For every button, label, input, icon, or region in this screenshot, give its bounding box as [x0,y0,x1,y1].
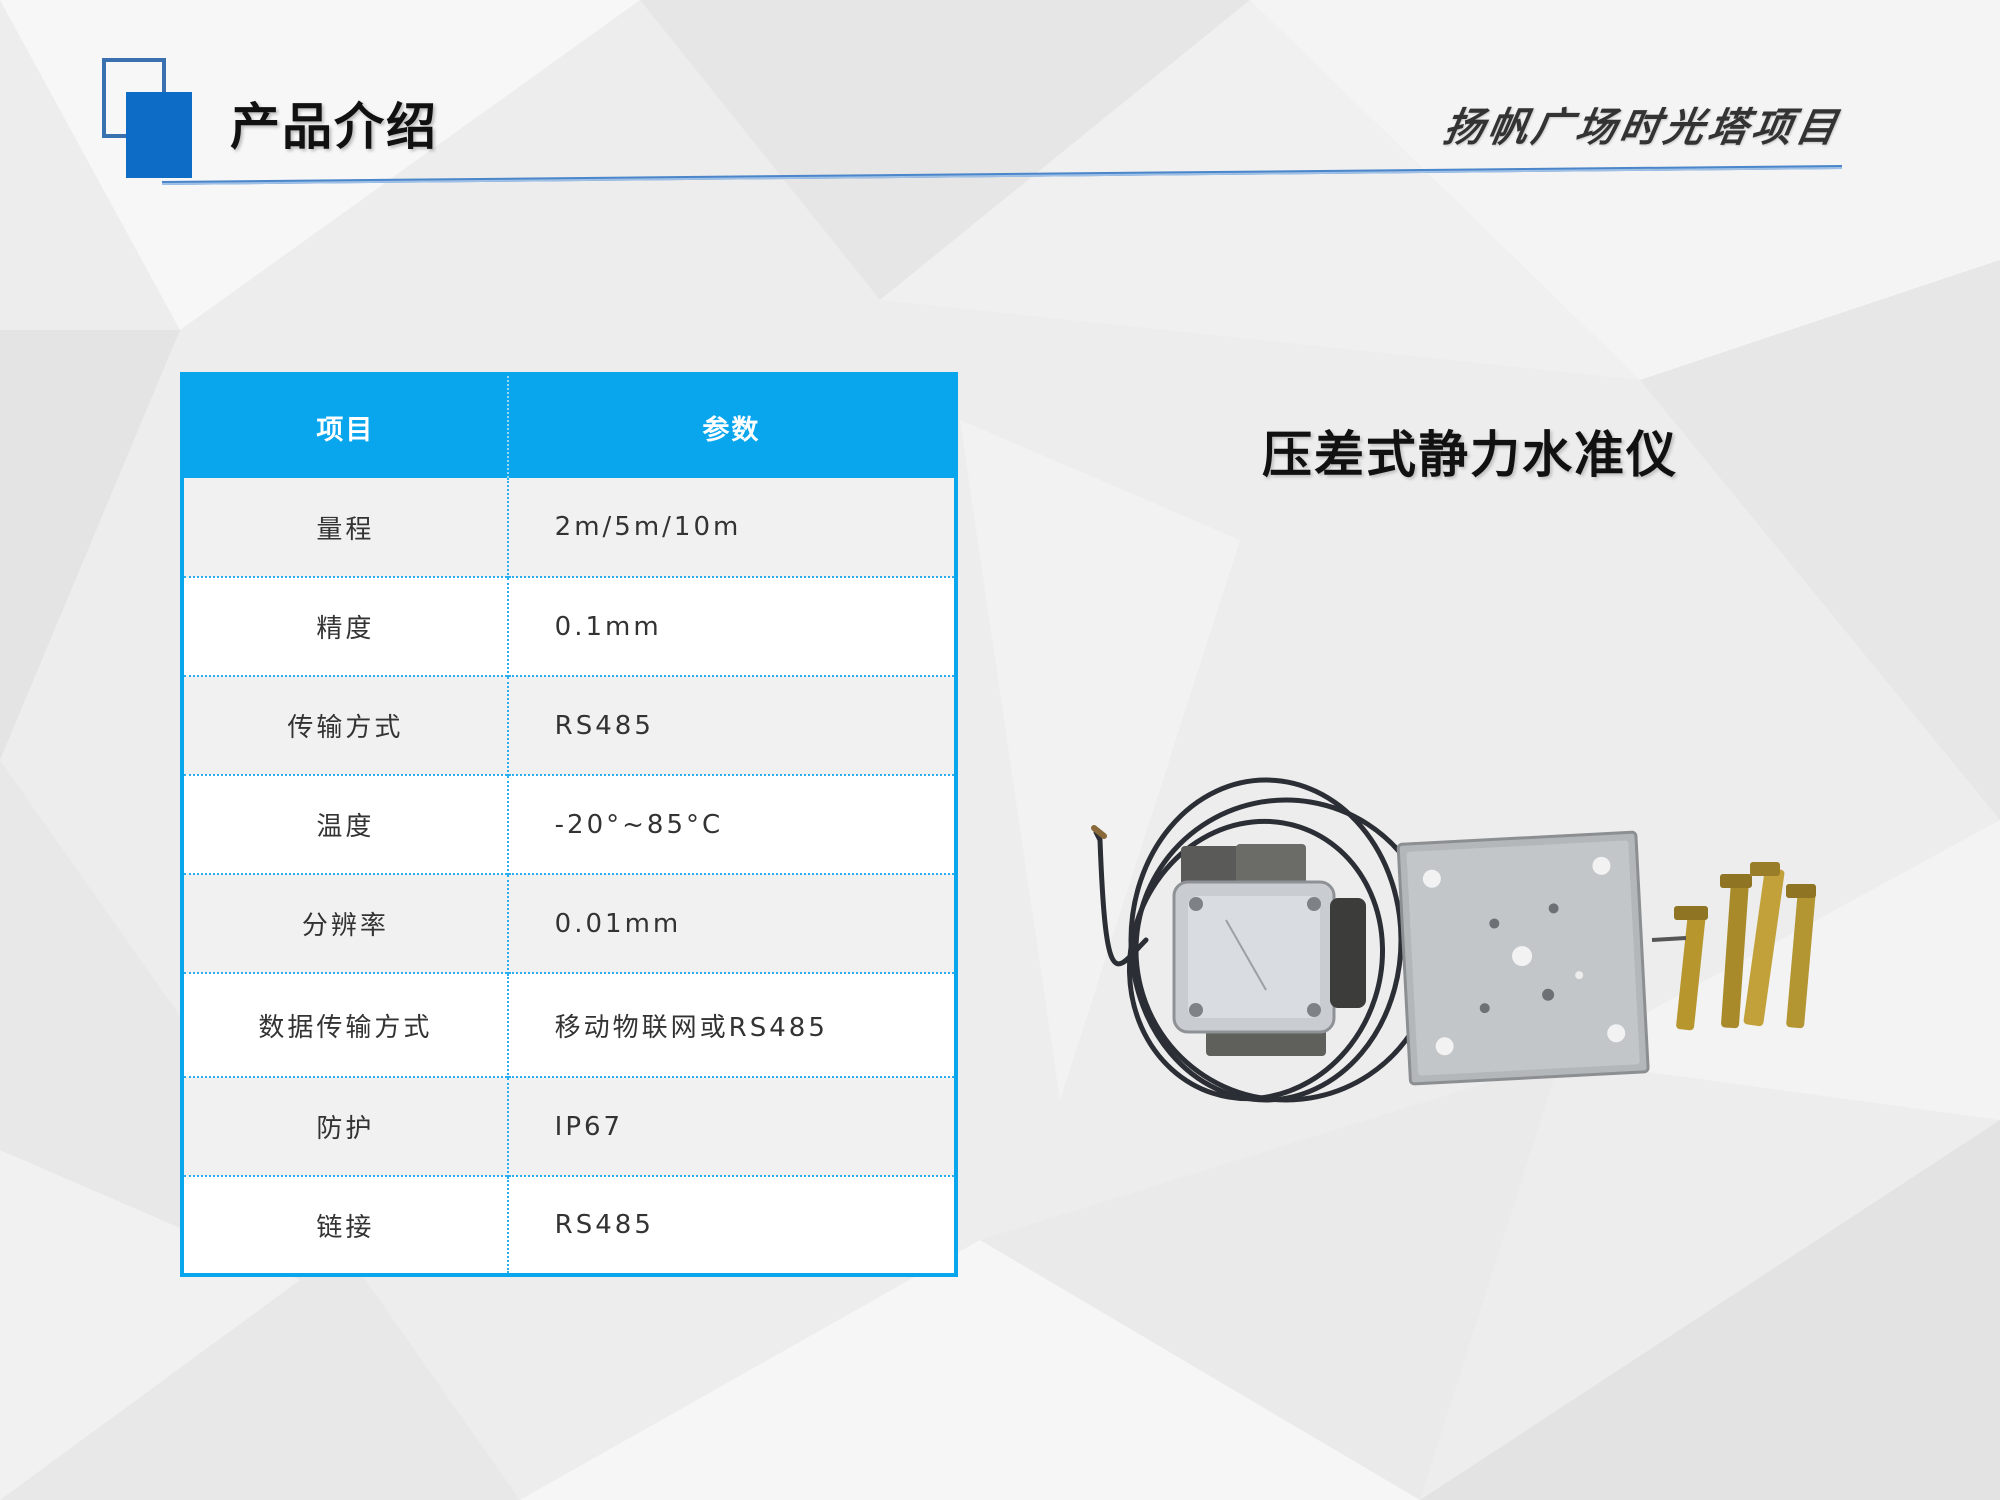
column-header-item: 项目 [182,374,509,478]
cell-value: RS485 [507,1175,956,1275]
table-row: 精度 0.1mm [182,576,956,676]
cell-value: RS485 [507,675,956,775]
page-title: 产品介绍 [230,98,438,156]
column-header-value: 参数 [507,374,956,478]
cell-value: 0.01mm [507,873,956,973]
anchor-bolts [1651,862,1816,1031]
table-row: 温度 -20°~85°C [182,774,956,874]
table-row: 链接 RS485 [182,1175,956,1275]
cell-item: 精度 [182,576,509,676]
table-row: 传输方式 RS485 [182,675,956,775]
section-logo-mark [102,58,192,178]
cell-item: 数据传输方式 [182,972,509,1077]
cell-item: 温度 [182,774,509,874]
cell-item: 防护 [182,1076,509,1176]
table-row: 分辨率 0.01mm [182,873,956,973]
mounting-plate [1396,830,1650,1086]
project-name: 扬帆广场时光塔项目 [1439,104,1845,151]
cell-value: IP67 [507,1076,956,1176]
cell-value: 0.1mm [507,576,956,676]
table-header-row: 项目 参数 [182,374,956,478]
sensor-housing [1172,844,1366,1056]
cell-value: -20°~85°C [507,774,956,874]
header-divider [162,165,1842,185]
cell-item: 链接 [182,1175,509,1275]
cell-value: 移动物联网或RS485 [507,972,956,1077]
spec-table: 项目 参数 量程 2m/5m/10m 精度 0.1mm 传输方式 RS485 温… [180,372,958,1277]
cell-item: 传输方式 [182,675,509,775]
cell-item: 分辨率 [182,873,509,973]
product-photo [1091,777,1816,1103]
product-title: 压差式静力水准仪 [1262,426,1678,484]
cell-value: 2m/5m/10m [507,478,956,577]
table-row: 防护 IP67 [182,1076,956,1176]
table-row: 量程 2m/5m/10m [182,478,956,577]
table-row: 数据传输方式 移动物联网或RS485 [182,972,956,1077]
cell-item: 量程 [182,478,509,577]
